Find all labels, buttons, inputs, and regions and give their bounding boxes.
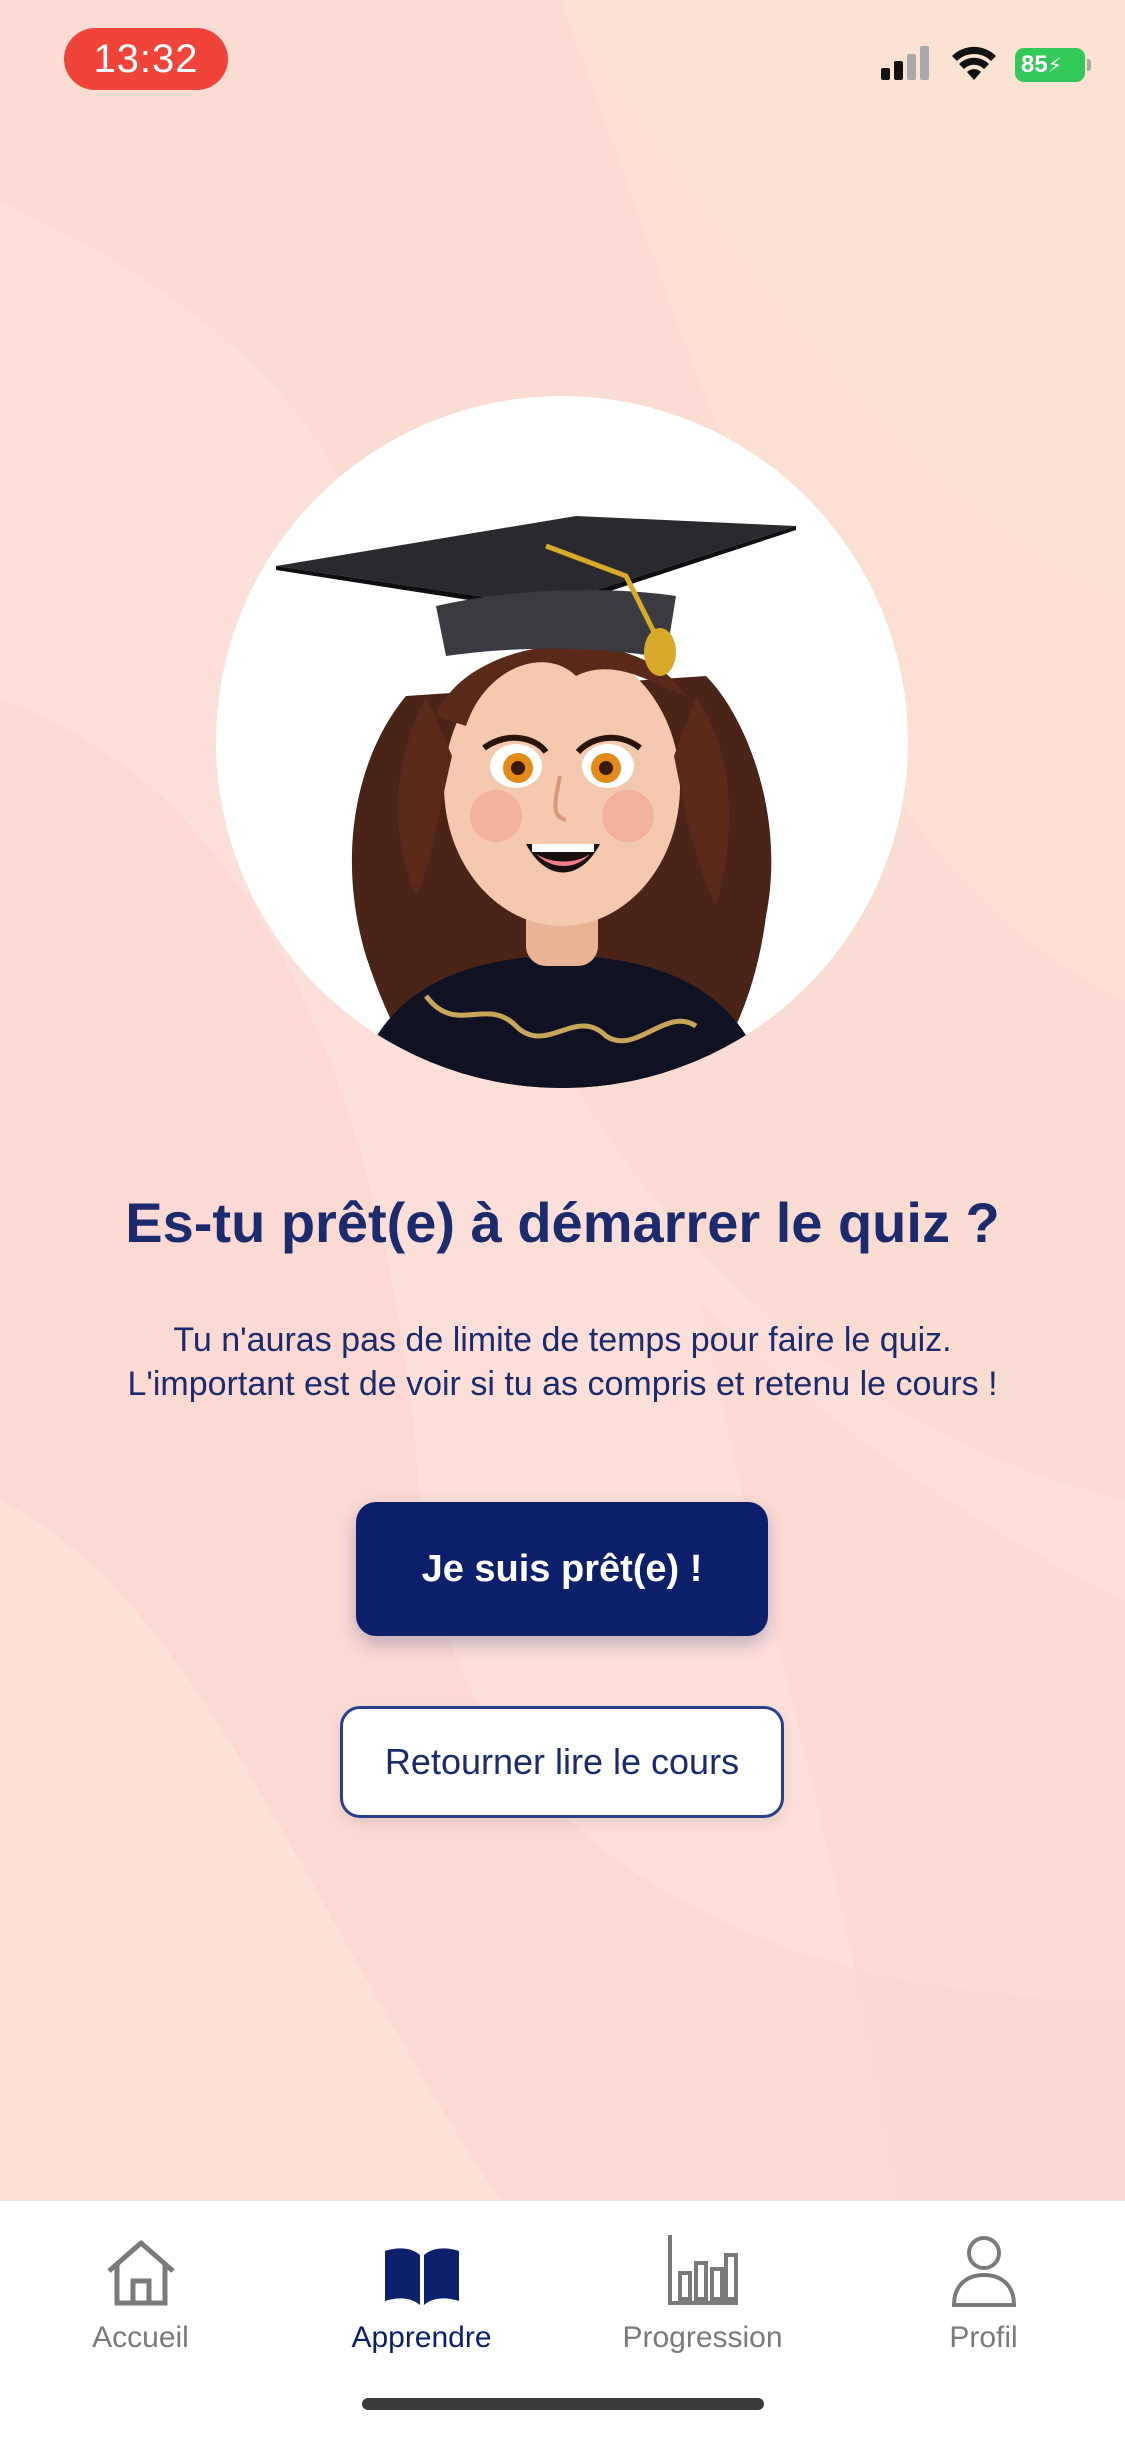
start-quiz-button[interactable]: Je suis prêt(e) ! [356,1502,768,1636]
battery-charging-icon: 85⚡ [1015,48,1091,82]
tab-apprendre[interactable]: Apprendre [281,2217,562,2377]
graduate-avatar-illustration [216,396,908,1088]
back-to-course-button[interactable]: Retourner lire le cours [340,1706,784,1818]
bar-chart-icon [562,2217,843,2307]
home-indicator[interactable] [362,2398,764,2410]
tab-label: Apprendre [351,2321,492,2354]
page-title: Es-tu prêt(e) à démarrer le quiz ? [125,1191,1000,1254]
background-waves [0,0,1125,2200]
status-time: 13:32 [64,28,228,90]
status-icons: 85⚡ [881,40,1091,90]
tab-profil[interactable]: Profil [843,2217,1124,2377]
home-icon [0,2217,281,2307]
status-bar: 13:32 85⚡ [0,0,1125,120]
quiz-description: Tu n'auras pas de limite de temps pour f… [40,1318,1085,1406]
tab-label: Progression [622,2321,783,2354]
description-line-2: L'important est de voir si tu as compris… [127,1365,998,1403]
tab-label: Accueil [92,2321,189,2354]
person-icon [843,2217,1124,2307]
tab-progression[interactable]: Progression [562,2217,843,2377]
tab-accueil[interactable]: Accueil [0,2217,281,2377]
battery-level: 85 [1021,51,1048,78]
description-line-1: Tu n'auras pas de limite de temps pour f… [173,1321,952,1359]
cellular-signal-icon [881,45,933,85]
tab-label: Profil [949,2321,1018,2354]
book-icon [281,2217,562,2307]
wifi-icon [951,46,997,85]
